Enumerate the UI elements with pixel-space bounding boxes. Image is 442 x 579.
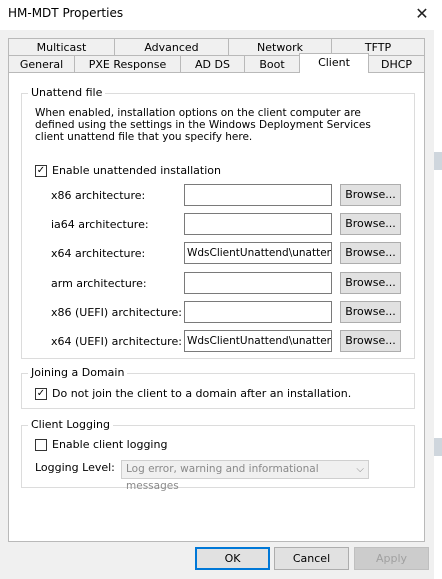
client-content: When enabled, installation options on th… (0, 0, 442, 579)
x86-uefi-arch-input[interactable] (184, 301, 332, 323)
check-icon: ✓ (36, 388, 46, 399)
ia64-arch-input[interactable] (184, 213, 332, 235)
arm-arch-label: arm architecture: (51, 277, 147, 290)
no-domain-join-label: Do not join the client to a domain after… (52, 387, 352, 400)
x86-uefi-browse-button[interactable]: Browse... (340, 301, 401, 323)
properties-dialog: HM-MDT Properties ✕ Multicast Advanced N… (0, 0, 442, 579)
x64-browse-button[interactable]: Browse... (340, 242, 401, 264)
x86-arch-label: x86 architecture: (51, 189, 146, 202)
enable-logging-checkbox[interactable] (35, 439, 47, 451)
x64-arch-input[interactable]: WdsClientUnattend\unattend.xml (184, 242, 332, 264)
no-domain-join-checkbox[interactable]: ✓ (35, 388, 47, 400)
unattend-description: When enabled, installation options on th… (35, 107, 371, 143)
arm-arch-input[interactable] (184, 272, 332, 294)
enable-unattended-checkbox[interactable]: ✓ (35, 165, 47, 177)
x64-arch-label: x64 architecture: (51, 247, 146, 260)
arm-browse-button[interactable]: Browse... (340, 272, 401, 294)
enable-logging-label: Enable client logging (52, 438, 168, 451)
logging-level-select[interactable]: Log error, warning and informational mes… (121, 460, 369, 492)
x86-browse-button[interactable]: Browse... (340, 184, 401, 206)
check-icon: ✓ (36, 165, 46, 176)
x64-uefi-browse-button[interactable]: Browse... (340, 330, 401, 352)
enable-unattended-label: Enable unattended installation (52, 164, 221, 177)
x64-uefi-arch-input[interactable]: WdsClientUnattend\unattend.xml (184, 330, 332, 352)
chevron-down-icon: ⌵ (356, 464, 364, 475)
x86-uefi-arch-label: x86 (UEFI) architecture: (51, 306, 182, 319)
logging-level-label: Logging Level: (35, 461, 115, 474)
ia64-arch-label: ia64 architecture: (51, 218, 149, 231)
ia64-browse-button[interactable]: Browse... (340, 213, 401, 235)
x86-arch-input[interactable] (184, 184, 332, 206)
x64-uefi-arch-label: x64 (UEFI) architecture: (51, 335, 182, 348)
